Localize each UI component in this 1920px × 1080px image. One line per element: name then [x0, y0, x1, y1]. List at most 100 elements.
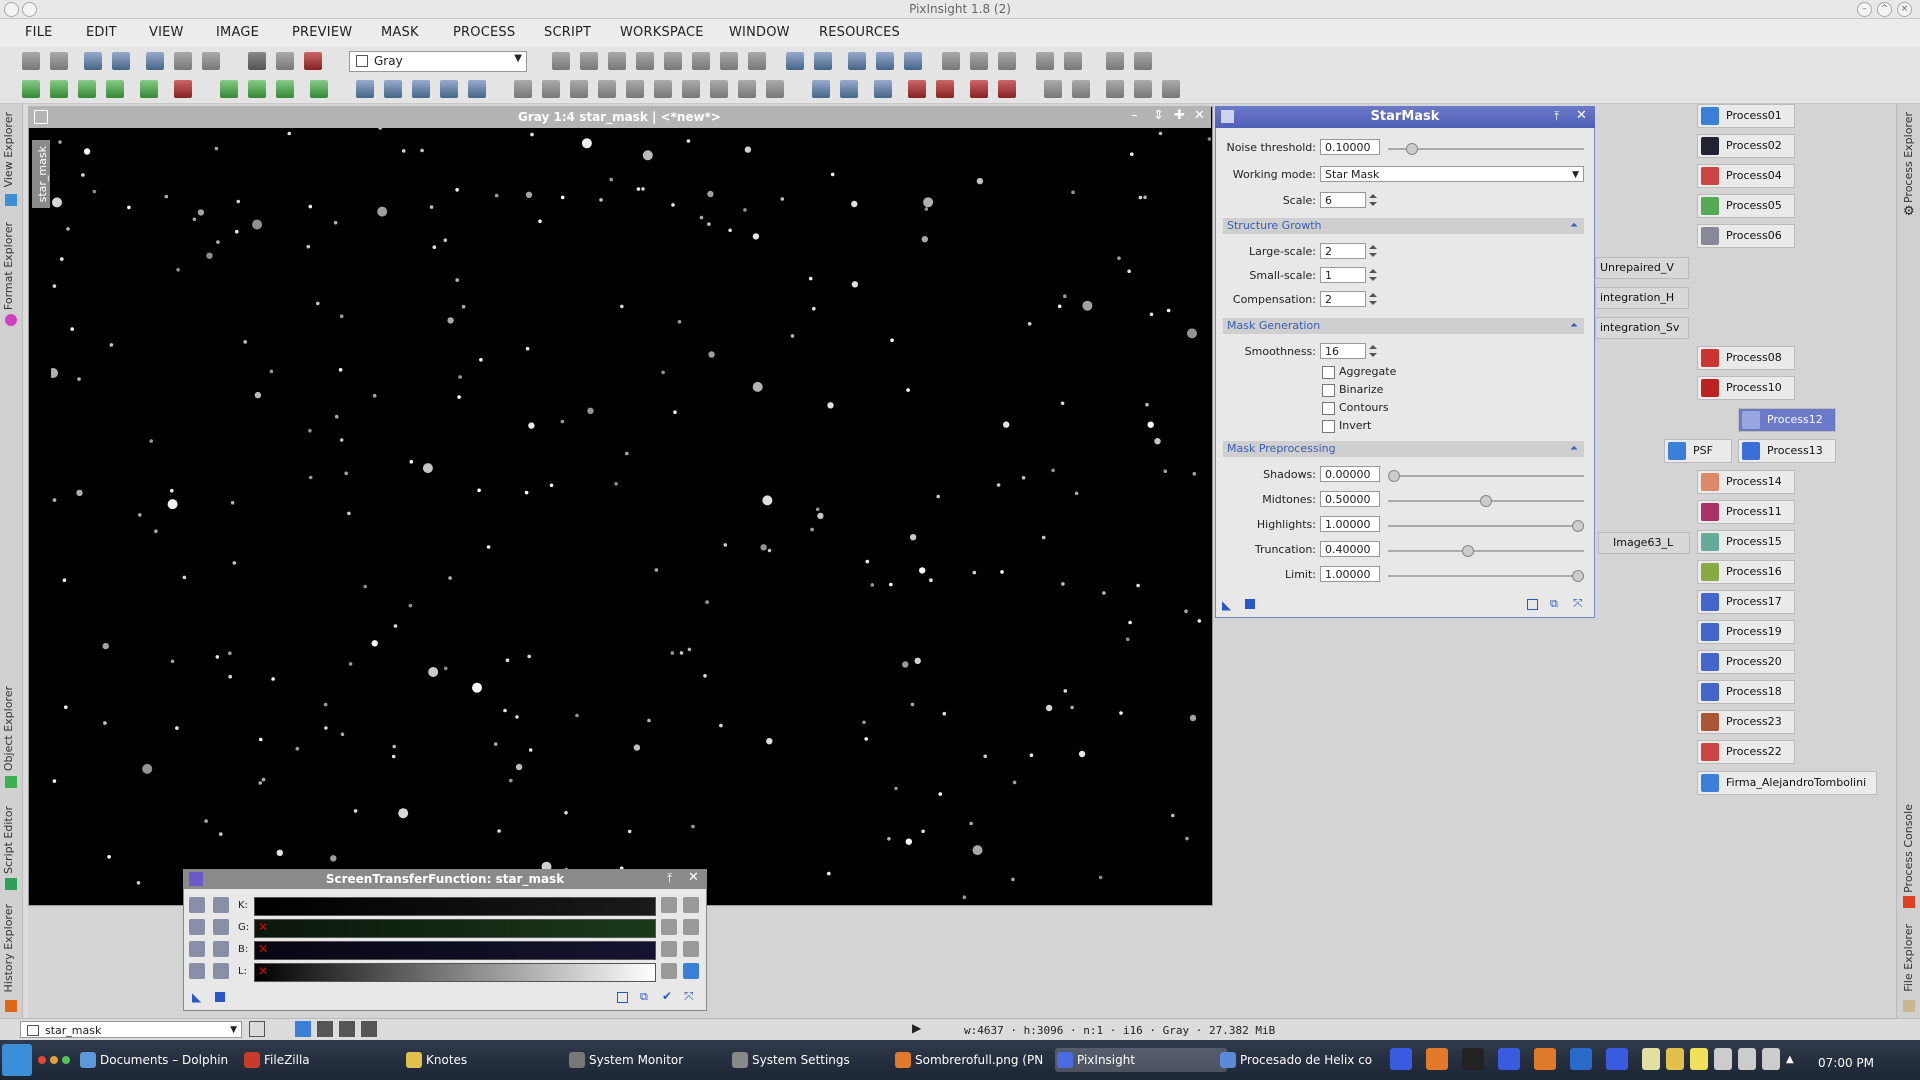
zoom-optimal-icon[interactable]	[904, 52, 922, 70]
tab-view-explorer[interactable]: View Explorer	[2, 112, 15, 187]
shade-icon[interactable]: ⤒	[667, 871, 672, 886]
panel-icon-5[interactable]	[1162, 80, 1180, 98]
pixinsight-launcher-icon[interactable]	[1606, 1048, 1628, 1070]
stf-track-icon[interactable]	[998, 80, 1016, 98]
tab-object-explorer[interactable]: Object Explorer	[2, 686, 15, 771]
notes-tray-icon[interactable]	[1642, 1048, 1660, 1070]
task-firefox-sombrero[interactable]: Sombrerofull.png (PN	[893, 1048, 1075, 1072]
track-view-icon[interactable]: ⧉	[640, 990, 648, 1004]
open-icon[interactable]	[112, 52, 130, 70]
scale-spinner[interactable]	[1368, 192, 1378, 208]
task-pixinsight[interactable]: PixInsight	[1055, 1048, 1227, 1072]
channel-l-icon[interactable]	[654, 80, 672, 98]
stf-24bit-icon[interactable]	[970, 80, 988, 98]
folder-tray-icon[interactable]	[1666, 1048, 1684, 1070]
new-image-icon[interactable]	[84, 52, 102, 70]
reset-icon[interactable]: ⤧	[1573, 596, 1583, 611]
small-scale-input[interactable]: 1	[1320, 267, 1366, 283]
stf-channel-b-bar[interactable]	[254, 941, 656, 960]
undo-icon[interactable]	[22, 52, 40, 70]
process-icon-process05[interactable]: Process05	[1697, 194, 1795, 218]
settings-g-icon[interactable]	[683, 919, 699, 935]
rotate-ccw-icon[interactable]	[356, 80, 374, 98]
task-system-settings[interactable]: System Settings	[730, 1048, 912, 1072]
settings-b-icon[interactable]	[683, 941, 699, 957]
small-scale-spinner[interactable]	[1368, 267, 1378, 283]
toggle-view-icon[interactable]	[249, 1021, 265, 1037]
binarize-checkbox[interactable]	[1322, 384, 1335, 397]
tray-expand-icon[interactable]: ▲	[1786, 1054, 1794, 1065]
menu-image[interactable]: IMAGE	[216, 25, 259, 40]
compensation-spinner[interactable]	[1368, 291, 1378, 307]
play-icon[interactable]: ▶	[912, 1021, 921, 1035]
process-icon-1[interactable]	[1106, 52, 1124, 70]
mask-icon[interactable]	[248, 52, 266, 70]
apply-icon[interactable]	[1245, 599, 1255, 609]
channel-cieb-icon[interactable]	[738, 80, 756, 98]
pan-horizontal-icon[interactable]	[213, 963, 229, 979]
channel-alpha-icon[interactable]	[361, 1021, 377, 1037]
section-structure-growth[interactable]: Structure Growth ⏶	[1223, 218, 1584, 234]
firefox-launcher-icon[interactable]	[1426, 1048, 1448, 1070]
reset-l-icon[interactable]	[661, 963, 677, 979]
midtones-input[interactable]: 0.50000	[1320, 491, 1380, 507]
stf-auto-icon[interactable]	[840, 80, 858, 98]
zoom-in-icon[interactable]	[786, 52, 804, 70]
minimize-icon[interactable]: –	[1857, 2, 1872, 17]
process-icon-process02[interactable]: Process02	[1697, 134, 1795, 158]
settings-k-icon[interactable]	[683, 897, 699, 913]
pixinsight-launcher-icon[interactable]	[1390, 1048, 1412, 1070]
process-icon-process08[interactable]: Process08	[1697, 346, 1795, 370]
link-channels-icon[interactable]	[189, 897, 205, 913]
shadows-slider[interactable]	[1388, 470, 1584, 482]
tile-icon[interactable]	[942, 52, 960, 70]
tab-file-explorer[interactable]: File Explorer	[1902, 924, 1915, 992]
channel-r-icon[interactable]	[542, 80, 560, 98]
panel-icon-2[interactable]	[1072, 80, 1090, 98]
preview-delete-icon[interactable]	[174, 80, 192, 98]
firefox-launcher-icon[interactable]	[1534, 1048, 1556, 1070]
mask-invert-icon[interactable]	[304, 52, 322, 70]
panel-icon-1[interactable]	[1044, 80, 1062, 98]
mirror-v-icon[interactable]	[468, 80, 486, 98]
image-canvas[interactable]	[51, 128, 1211, 904]
noise-threshold-input[interactable]: 0.10000	[1320, 139, 1380, 155]
section-mask-preprocessing[interactable]: Mask Preprocessing ⏶	[1223, 441, 1584, 457]
check-icon[interactable]: ✔	[662, 989, 672, 1003]
kde-launcher-icon[interactable]	[2, 1044, 32, 1076]
channel-rgb-icon[interactable]	[514, 80, 532, 98]
close-icon[interactable]: ✕	[688, 870, 699, 885]
reset-k-icon[interactable]	[661, 897, 677, 913]
preview-edit-icon[interactable]	[50, 80, 68, 98]
close-icon[interactable]: ×	[1897, 2, 1912, 17]
terminal-icon[interactable]	[1462, 1048, 1484, 1070]
channel-a-icon[interactable]	[626, 80, 644, 98]
task-filezilla[interactable]: FileZilla	[242, 1048, 424, 1072]
channel-b-icon[interactable]	[598, 80, 616, 98]
channel-g-icon[interactable]	[570, 80, 588, 98]
channel-ciea-icon[interactable]	[710, 80, 728, 98]
preview-new-icon[interactable]	[22, 80, 40, 98]
process-icon-psf[interactable]: PSF	[1664, 439, 1732, 463]
working-mode-select[interactable]: Star Mask ▼	[1320, 166, 1584, 182]
network-icon[interactable]	[1762, 1048, 1780, 1070]
reset-icon[interactable]: ⤧	[684, 989, 694, 1004]
slider-knob[interactable]	[1480, 495, 1492, 507]
tab-process-explorer[interactable]: Process Explorer	[1902, 112, 1915, 203]
display-channel-select[interactable]: Gray ▼	[349, 51, 527, 72]
process-icon-process01[interactable]: Process01	[1697, 104, 1795, 128]
wrench-icon[interactable]	[189, 963, 205, 979]
zoom-fit-icon[interactable]	[608, 52, 626, 70]
pointer-icon[interactable]	[748, 52, 766, 70]
process-icon-process17[interactable]: Process17	[1697, 590, 1795, 614]
preview-restore-icon[interactable]	[106, 80, 124, 98]
process-icon-process23[interactable]: Process23	[1697, 710, 1795, 734]
shade-icon[interactable]: –	[1131, 108, 1138, 123]
collapse-icon[interactable]: ⏶	[1570, 318, 1578, 334]
zoom-1-1-icon[interactable]	[848, 52, 866, 70]
midtones-slider[interactable]	[1388, 495, 1584, 507]
stf-disable-icon[interactable]	[908, 80, 926, 98]
lightbulb-icon[interactable]	[1690, 1048, 1708, 1070]
limit-slider[interactable]	[1388, 570, 1584, 582]
stf-channel-g-bar[interactable]	[254, 919, 656, 938]
